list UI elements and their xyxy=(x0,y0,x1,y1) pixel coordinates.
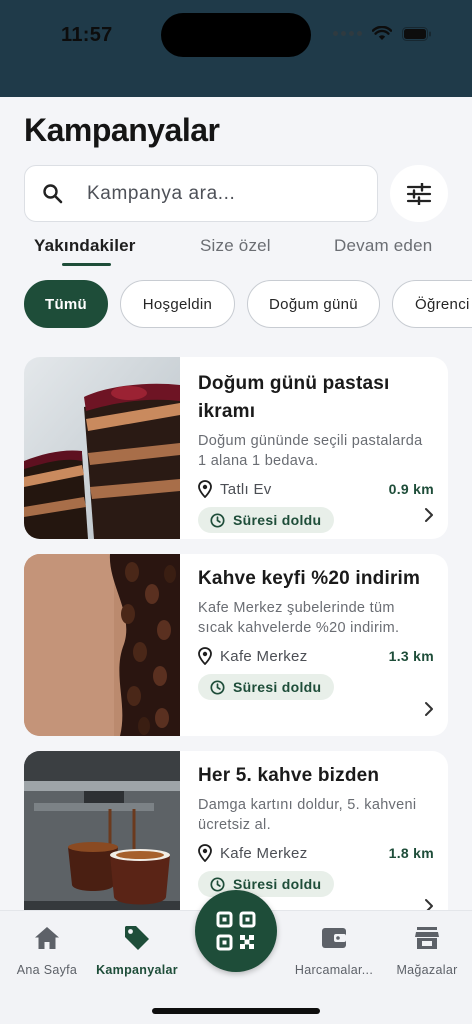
status-time: 11:57 xyxy=(61,24,113,46)
campaign-description: Kafe Merkez şubelerinde tüm sıcak kahvel… xyxy=(198,600,400,636)
clock-icon xyxy=(210,512,225,528)
campaign-meta: Tatlı Ev 0.9 km xyxy=(198,479,434,499)
campaign-card[interactable]: Kahve keyfi %20 indirim Kafe Merkez şube… xyxy=(24,554,448,736)
store-info: Kafe Merkez xyxy=(198,844,308,862)
status-badge: Süresi doldu xyxy=(198,507,335,533)
sliders-icon xyxy=(406,182,432,205)
filter-button[interactable] xyxy=(390,165,448,222)
signal-icon xyxy=(333,31,362,36)
nav-expenses[interactable]: Harcamalar... xyxy=(287,911,381,977)
status-badge: Süresi doldu xyxy=(198,674,335,700)
nav-campaigns-label: Kampanyalar xyxy=(96,963,178,977)
location-pin-icon xyxy=(198,844,212,862)
tag-icon xyxy=(125,926,149,950)
nav-home-label: Ana Sayfa xyxy=(16,963,78,977)
nav-stores[interactable]: Mağazalar xyxy=(380,911,472,977)
chip-birthday[interactable]: Doğum günü xyxy=(247,280,380,328)
page-title: Kampanyalar xyxy=(24,112,220,148)
clock-icon xyxy=(210,679,225,695)
home-indicator[interactable] xyxy=(152,1008,320,1014)
location-pin-icon xyxy=(198,647,212,665)
nav-stores-label: Mağazalar xyxy=(396,963,458,977)
store-name: Kafe Merkez xyxy=(220,647,308,665)
battery-icon xyxy=(402,26,431,41)
store-icon xyxy=(415,927,439,949)
store-name: Kafe Merkez xyxy=(220,844,308,862)
wifi-icon xyxy=(372,26,392,40)
distance: 0.9 km xyxy=(388,481,434,497)
status-icons xyxy=(333,26,432,41)
location-pin-icon xyxy=(198,480,212,498)
content-sheet: Kampanyalar Yakındakiler Size özel Devam… xyxy=(0,97,472,1024)
chevron-right-icon[interactable] xyxy=(422,701,436,717)
store-info: Tatlı Ev xyxy=(198,480,272,498)
chip-welcome[interactable]: Hoşgeldin xyxy=(120,280,235,328)
cake-photo xyxy=(24,357,180,539)
distance: 1.3 km xyxy=(388,648,434,664)
home-icon xyxy=(35,927,59,949)
search-input[interactable] xyxy=(87,182,347,205)
store-name: Tatlı Ev xyxy=(220,480,272,498)
wallet-icon xyxy=(322,928,346,948)
search-icon xyxy=(43,183,63,203)
campaign-title: Her 5. kahve bizden xyxy=(198,765,380,786)
store-info: Kafe Merkez xyxy=(198,647,308,665)
qr-code-icon xyxy=(216,911,256,951)
campaign-meta: Kafe Merkez 1.3 km xyxy=(198,646,434,666)
clock-icon xyxy=(210,876,225,892)
coffee-beans-photo xyxy=(24,554,180,736)
tab-bar: Yakındakiler Size özel Devam eden xyxy=(0,236,472,268)
status-text: Süresi doldu xyxy=(233,876,322,892)
chip-all[interactable]: Tümü xyxy=(24,280,108,328)
espresso-machine-photo xyxy=(24,751,180,933)
campaign-title: Kahve keyfi %20 indirim xyxy=(198,568,421,589)
status-text: Süresi doldu xyxy=(233,679,322,695)
distance: 1.8 km xyxy=(388,845,434,861)
status-text: Süresi doldu xyxy=(233,512,322,528)
nav-campaigns[interactable]: Kampanyalar xyxy=(90,911,184,977)
campaign-card[interactable]: Doğum günü pastası ikramı Doğum gününde … xyxy=(24,357,448,539)
campaign-title: Doğum günü pastası ikramı xyxy=(198,373,390,422)
campaign-description: Doğum gününde seçili pastalarda 1 alana … xyxy=(198,433,423,469)
tab-nearby[interactable]: Yakındakiler xyxy=(34,236,136,256)
qr-scan-button[interactable] xyxy=(195,890,277,972)
chevron-right-icon[interactable] xyxy=(422,507,436,523)
search-bar[interactable] xyxy=(24,165,378,222)
category-chips: Tümü Hoşgeldin Doğum günü Öğrenci xyxy=(24,280,472,328)
tab-for-you[interactable]: Size özel xyxy=(200,236,271,256)
status-bar: 11:57 xyxy=(0,0,472,97)
chip-student[interactable]: Öğrenci xyxy=(392,280,472,328)
nav-expenses-label: Harcamalar... xyxy=(294,963,374,977)
active-tab-indicator xyxy=(62,263,111,266)
campaign-meta: Kafe Merkez 1.8 km xyxy=(198,843,434,863)
tab-ongoing[interactable]: Devam eden xyxy=(334,236,432,256)
nav-home[interactable]: Ana Sayfa xyxy=(0,911,94,977)
campaign-description: Damga kartını doldur, 5. kahveni ücretsi… xyxy=(198,797,417,833)
dynamic-island xyxy=(161,13,311,57)
